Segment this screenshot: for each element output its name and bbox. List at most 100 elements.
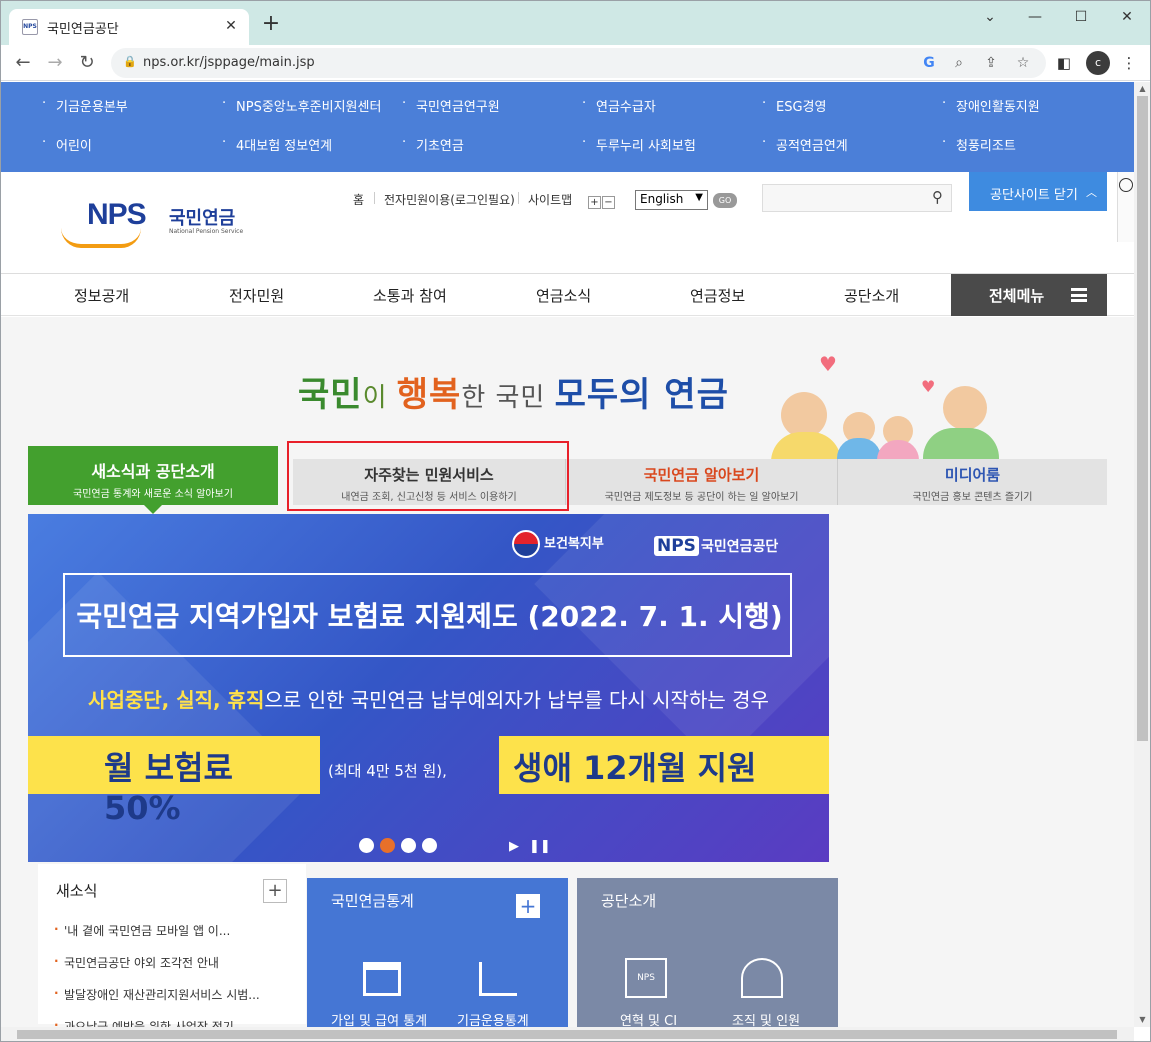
zoom-in-button[interactable]: + — [588, 196, 601, 209]
banner-strip-left: 월 보험료 50% — [28, 736, 320, 794]
share-icon[interactable]: ⇪ — [981, 53, 1001, 73]
site-link-public-pension[interactable]: 공적연금연계 — [776, 135, 848, 154]
e-civil-login-link[interactable]: 전자민원이용(로그인필요) — [384, 191, 515, 208]
fund-stats-link[interactable]: 기금운용통계 — [457, 1010, 529, 1027]
tab-news-about[interactable]: 새소식과 공단소개 국민연금 통계와 새로운 소식 알아보기 — [28, 446, 278, 505]
reload-icon[interactable]: ↻ — [74, 50, 100, 76]
news-item[interactable]: 과오납금 예방을 위한 사업장 점기... — [64, 1018, 245, 1027]
gnb-pension-news[interactable]: 연금소식 — [536, 285, 591, 306]
site-link-pensioner[interactable]: 연금수급자 — [596, 96, 656, 115]
history-ci-link[interactable]: 연혁 및 CI — [620, 1010, 677, 1027]
heart-icon: ♥ — [921, 377, 935, 396]
window-close-button[interactable]: ✕ — [1104, 7, 1150, 27]
browser-menu-icon[interactable]: ⋮ — [1117, 51, 1141, 75]
bookmark-star-icon[interactable]: ☆ — [1013, 53, 1033, 73]
news-item[interactable]: 국민연금공단 야외 조각전 안내 — [64, 954, 219, 971]
gnb-pension-info[interactable]: 연금정보 — [690, 285, 745, 306]
family-illustration: ♥ ♥ — [771, 372, 1001, 462]
profile-avatar[interactable]: c — [1086, 51, 1110, 75]
address-bar[interactable]: 🔒 nps.or.kr/jsppage/main.jsp G ⌕ ⇪ ☆ — [111, 48, 1046, 78]
membership-stats-link[interactable]: 가입 및 급여 통계 — [331, 1010, 427, 1027]
news-more-button[interactable]: + — [263, 879, 287, 903]
site-link-basic-pension[interactable]: 기초연금 — [416, 135, 464, 154]
site-link-kids[interactable]: 어린이 — [56, 135, 92, 154]
back-icon[interactable]: ← — [10, 50, 36, 76]
carousel-dot[interactable] — [359, 838, 374, 853]
tab-title: 새소식과 공단소개 — [28, 446, 278, 482]
stats-card: 국민연금통계 + 가입 및 급여 통계 기금운용통계 — [307, 878, 568, 1027]
news-item[interactable]: '내 곁에 국민연금 모바일 앱 이... — [64, 922, 230, 939]
site-link-durunuri[interactable]: 두루누리 사회보험 — [596, 135, 696, 154]
chevron-down-icon: ▼ — [695, 192, 703, 203]
global-navigation: 정보공개 전자민원 소통과 참여 연금소식 연금정보 공단소개 전체메뉴 — [1, 274, 1134, 316]
gnb-e-civil[interactable]: 전자민원 — [229, 285, 284, 306]
vertical-scrollbar[interactable]: ▲ ▼ — [1134, 82, 1151, 1027]
site-link-esg[interactable]: ESG경영 — [776, 96, 826, 115]
search-icon[interactable]: ⚲ — [932, 188, 943, 206]
google-translate-icon[interactable]: G — [919, 53, 939, 73]
site-link-disability[interactable]: 장애인활동지원 — [956, 96, 1040, 115]
gnb-about[interactable]: 공단소개 — [844, 285, 899, 306]
site-link-resort[interactable]: 청풍리조트 — [956, 135, 1016, 154]
bar-chart-icon — [479, 962, 517, 996]
browser-window: NPS 국민연금공단 ✕ + ⌄ — ☐ ✕ ← → ↻ 🔒 nps.or.kr… — [0, 0, 1151, 1042]
zoom-out-button[interactable]: − — [602, 196, 615, 209]
news-item[interactable]: 발달장애인 재산관리지원서비스 시범... — [64, 986, 260, 1003]
carousel-dot[interactable] — [422, 838, 437, 853]
tab-search-icon[interactable]: ⌄ — [967, 7, 1013, 27]
tab-learn-pension[interactable]: 국민연금 알아보기 국민연금 제도정보 등 공단이 하는 일 알아보기 — [565, 459, 837, 505]
site-link-insurance[interactable]: 4대보험 정보연계 — [236, 135, 332, 154]
nps-ci-icon: NPS — [625, 958, 667, 998]
browser-tab[interactable]: NPS 국민연금공단 ✕ — [9, 9, 249, 45]
horizontal-scrollbar[interactable] — [1, 1027, 1134, 1042]
active-tab-pointer — [144, 505, 162, 514]
tab-subtitle: 국민연금 통계와 새로운 소식 알아보기 — [28, 485, 278, 500]
all-menu-button[interactable]: 전체메뉴 — [951, 274, 1107, 316]
site-link-fund[interactable]: 기금운용본부 — [56, 96, 128, 115]
gnb-communication[interactable]: 소통과 참여 — [373, 285, 447, 306]
font-zoom-controls: +− — [588, 190, 618, 206]
site-link-research[interactable]: 국민연금연구원 — [416, 96, 500, 115]
side-flag-banner[interactable] — [1117, 172, 1134, 242]
close-related-sites-button[interactable]: 공단사이트 닫기 ︿ — [969, 172, 1107, 211]
slogan-part: 이 — [363, 383, 397, 413]
scroll-down-icon[interactable]: ▼ — [1134, 1013, 1151, 1027]
logo-en-text: National Pension Service — [169, 228, 243, 235]
carousel-dot[interactable] — [401, 838, 416, 853]
minimize-button[interactable]: — — [1012, 7, 1058, 27]
site-search-input[interactable]: ⚲ — [762, 184, 952, 212]
ministry-name: 보건복지부 — [544, 537, 604, 552]
banner-strip-right: 생애 12개월 지원 — [499, 736, 829, 794]
play-icon[interactable]: ▶ — [509, 839, 519, 854]
people-icon — [741, 958, 783, 998]
slogan-part: 연금 — [651, 375, 728, 415]
scrollbar-thumb[interactable] — [1137, 96, 1148, 741]
url-text[interactable]: nps.or.kr/jsppage/main.jsp — [143, 55, 315, 70]
stats-more-button[interactable]: + — [516, 894, 540, 918]
carousel-dot-active[interactable] — [380, 838, 395, 853]
new-tab-button[interactable]: + — [259, 13, 283, 37]
organization-link[interactable]: 조직 및 인원 — [732, 1010, 800, 1027]
language-go-button[interactable]: GO — [713, 193, 737, 208]
divider — [374, 192, 375, 204]
government-emblem-icon — [512, 530, 540, 558]
gnb-info-disclosure[interactable]: 정보공개 — [74, 285, 129, 306]
nps-logo[interactable]: NPS 국민연금 National Pension Service — [61, 198, 251, 248]
tab-close-icon[interactable]: ✕ — [221, 16, 241, 36]
scrollbar-thumb[interactable] — [17, 1030, 1117, 1039]
maximize-button[interactable]: ☐ — [1058, 7, 1104, 27]
sitemap-link[interactable]: 사이트맵 — [528, 191, 572, 208]
side-panel-icon[interactable]: ◧ — [1052, 51, 1076, 75]
scroll-up-icon[interactable]: ▲ — [1134, 82, 1151, 96]
promo-banner[interactable]: 보건복지부 NPS국민연금공단 국민연금 지역가입자 보험료 지원제도 (202… — [28, 514, 829, 862]
tab-media-room[interactable]: 미디어룸 국민연금 홍보 콘텐츠 즐기기 — [837, 459, 1107, 505]
pause-icon[interactable]: ❚❚ — [529, 839, 551, 854]
banner-logos: 보건복지부 NPS국민연금공단 — [512, 530, 800, 562]
banner-subtext: 사업중단, 실직, 휴직으로 인한 국민연금 납부예외자가 납부를 다시 시작하… — [28, 684, 829, 713]
tab-title: 국민연금공단 — [47, 18, 119, 37]
home-link[interactable]: 홈 — [353, 191, 364, 208]
forward-icon[interactable]: → — [42, 50, 68, 76]
zoom-icon[interactable]: ⌕ — [949, 53, 969, 73]
site-link-retirement-center[interactable]: NPS중앙노후준비지원센터 — [236, 96, 381, 115]
language-select[interactable]: English ▼ — [635, 190, 708, 210]
